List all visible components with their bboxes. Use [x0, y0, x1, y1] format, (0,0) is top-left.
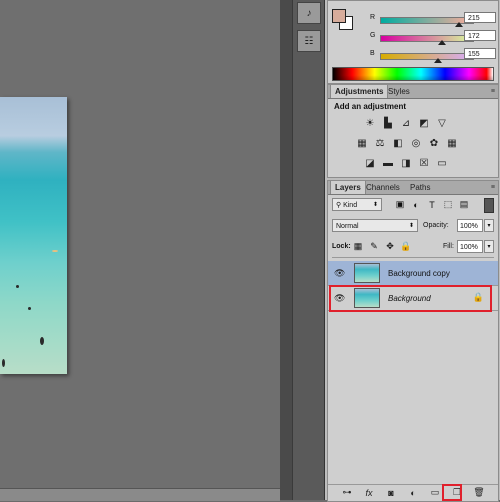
gradient-map-triangle-icon[interactable]: ▽	[434, 116, 450, 130]
background-layer-highlight	[329, 285, 492, 312]
tab-styles[interactable]: Styles	[384, 85, 414, 98]
color-balance-icon[interactable]: ⚖	[372, 136, 388, 150]
kind-filter-select[interactable]: ⚲ Kind ⬍	[332, 198, 382, 211]
curves-icon[interactable]: ⊿	[398, 116, 414, 130]
blue-slider-thumb[interactable]	[434, 58, 442, 63]
adjustments-panel: Adjustments Styles ≡ Add an adjustment ☀…	[327, 84, 499, 178]
canvas-horizontal-scrollbar[interactable]	[0, 488, 280, 501]
brightness-icon[interactable]: ☀	[362, 116, 378, 130]
tab-paths[interactable]: Paths	[406, 181, 434, 194]
red-label: R	[370, 14, 376, 21]
vibrance-icon[interactable]: ▦	[354, 136, 370, 150]
add-mask-icon[interactable]: ◙	[384, 486, 398, 499]
blend-row: Normal ⬍ Opacity: 100% ▾	[332, 219, 494, 233]
green-slider-row: G 172	[370, 30, 496, 45]
tab-layers[interactable]: Layers	[330, 181, 366, 194]
fill-label: Fill:	[443, 243, 454, 250]
layer-row-background-copy[interactable]: 👁 Background copy	[328, 261, 498, 286]
beach-photo	[0, 97, 67, 374]
lock-label: Lock:	[332, 243, 351, 250]
posterize-icon[interactable]: ▬	[380, 156, 396, 170]
panel-menu-icon[interactable]: ≡	[491, 88, 495, 95]
opacity-label: Opacity:	[423, 222, 449, 229]
smart-object-filter-icon[interactable]: ▤	[458, 198, 470, 211]
exposure-icon[interactable]: ◩	[416, 116, 432, 130]
red-slider-thumb[interactable]	[455, 22, 463, 27]
filter-icons: ▣ ◐ T ⬚ ▤	[394, 198, 470, 211]
black-white-icon[interactable]: ◧	[390, 136, 406, 150]
red-slider-row: R 215	[370, 12, 496, 27]
link-layers-icon[interactable]: ⊶	[340, 486, 354, 499]
shape-filter-icon[interactable]: ⬚	[442, 198, 454, 211]
blend-mode-value: Normal	[336, 223, 359, 230]
red-value-input[interactable]: 215	[464, 12, 496, 23]
type-filter-icon[interactable]: T	[426, 198, 438, 211]
pixel-filter-icon[interactable]: ▣	[394, 198, 406, 211]
new-group-folder-icon[interactable]: ▭	[428, 486, 442, 499]
tab-adjustments[interactable]: Adjustments	[330, 85, 389, 98]
right-panels: R 215 G 172 B 155 Adjustments Styles ≡ A…	[324, 0, 500, 502]
kind-label: Kind	[343, 202, 358, 209]
blue-slider-row: B 155	[370, 48, 496, 63]
green-value-input[interactable]: 172	[464, 30, 496, 41]
blend-mode-select[interactable]: Normal ⬍	[332, 219, 418, 232]
threshold-icon[interactable]: ◨	[398, 156, 414, 170]
layers-bottom-icons: ⊶ fx ◙ ◐ ▭ ❐ 🗑	[340, 486, 486, 499]
filter-toggle[interactable]	[484, 198, 494, 213]
color-spectrum-bar[interactable]	[332, 67, 494, 81]
lock-row: Lock: ▦ ✎ ✥ 🔒 Fill: 100% ▾	[332, 240, 494, 258]
levels-icon[interactable]: ▙	[380, 116, 396, 130]
opacity-input[interactable]: 100%	[457, 219, 483, 232]
color-panel: R 215 G 172 B 155	[327, 0, 499, 84]
blue-value-input[interactable]: 155	[464, 48, 496, 59]
adjustments-row-2: ▦ ⚖ ◧ ◎ ✿ ▦	[354, 136, 460, 150]
gradient-map-icon[interactable]: ▭	[434, 156, 450, 170]
lock-all-icon[interactable]: 🔒	[400, 240, 412, 253]
adjustment-layer-icon[interactable]: ◐	[406, 486, 420, 499]
tab-channels[interactable]: Channels	[362, 181, 404, 194]
green-slider-thumb[interactable]	[438, 40, 446, 45]
panel-divider[interactable]	[280, 0, 292, 500]
color-lookup-icon[interactable]: ▦	[444, 136, 460, 150]
chevron-updown-icon: ⬍	[372, 202, 378, 208]
adjustment-filter-icon[interactable]: ◐	[410, 198, 422, 211]
channel-mixer-icon[interactable]: ✿	[426, 136, 442, 150]
layer-style-fx-icon[interactable]: fx	[362, 486, 376, 499]
blue-label: B	[370, 50, 375, 57]
blue-slider[interactable]	[380, 53, 474, 60]
layers-panel: Layers Channels Paths ≡ ⚲ Kind ⬍ ▣ ◐ T ⬚…	[327, 180, 499, 502]
new-layer-highlight	[442, 484, 462, 501]
layer-thumbnail	[354, 263, 380, 283]
fill-input[interactable]: 100%	[457, 240, 483, 253]
adjustments-title: Add an adjustment	[334, 102, 407, 111]
panel-menu-icon[interactable]: ≡	[491, 184, 495, 191]
green-label: G	[370, 32, 376, 39]
visibility-eye-icon[interactable]: 👁	[334, 268, 345, 279]
chevron-updown-icon: ⬍	[408, 223, 414, 229]
properties-panel-icon[interactable]: ☷	[297, 30, 321, 52]
history-panel-icon[interactable]: ♪	[297, 2, 321, 24]
lock-pixels-brush-icon[interactable]: ✎	[368, 240, 380, 253]
adjustments-tabbar: Adjustments Styles ≡	[328, 85, 498, 99]
layers-bottom-bar: ⊶ fx ◙ ◐ ▭ ❐ 🗑	[328, 484, 498, 501]
lock-transparent-icon[interactable]: ▦	[352, 240, 364, 253]
layers-tabbar: Layers Channels Paths ≡	[328, 181, 498, 195]
fill-dropdown-button[interactable]: ▾	[484, 240, 494, 253]
delete-trash-icon[interactable]: 🗑	[472, 486, 486, 499]
adjustments-row-3: ◪ ▬ ◨ ☒ ▭	[362, 156, 450, 170]
filter-row: ⚲ Kind ⬍ ▣ ◐ T ⬚ ▤	[332, 198, 494, 213]
lock-position-move-icon[interactable]: ✥	[384, 240, 396, 253]
foreground-color-swatch[interactable]	[332, 9, 346, 23]
collapsed-panel-dock: ♪ ☷	[292, 0, 325, 500]
document-canvas[interactable]	[0, 0, 280, 488]
lock-icons: ▦ ✎ ✥ 🔒	[352, 240, 412, 253]
adjustments-row-1: ☀ ▙ ⊿ ◩ ▽	[362, 116, 450, 130]
opacity-dropdown-button[interactable]: ▾	[484, 219, 494, 232]
layer-name: Background copy	[388, 269, 450, 278]
green-slider[interactable]	[380, 35, 474, 42]
invert-icon[interactable]: ◪	[362, 156, 378, 170]
selective-color-icon[interactable]: ☒	[416, 156, 432, 170]
photo-filter-icon[interactable]: ◎	[408, 136, 424, 150]
